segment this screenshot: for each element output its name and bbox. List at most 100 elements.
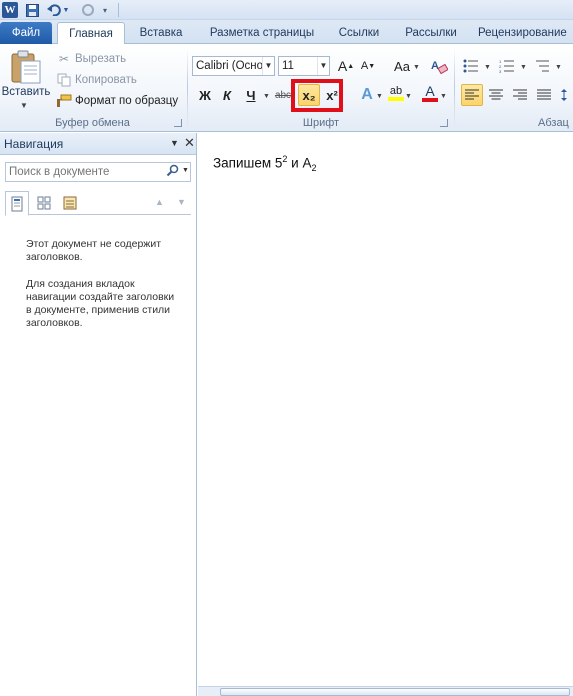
navigation-title: Навигация	[4, 137, 64, 151]
pane-options-icon[interactable]: ▼	[170, 138, 179, 148]
tab-page-layout[interactable]: Разметка страницы	[202, 22, 322, 44]
highlight-dropdown-icon[interactable]: ▼	[405, 93, 412, 100]
multilevel-dropdown-icon[interactable]: ▼	[555, 64, 562, 71]
tab-results[interactable]	[58, 191, 82, 215]
tab-insert[interactable]: Вставка	[132, 22, 190, 44]
font-size-combo[interactable]: 11 ▼	[278, 56, 330, 76]
align-right-button[interactable]	[509, 84, 531, 106]
headings-help-message: Для создания вкладок навигации создайте …	[26, 278, 175, 329]
redo-icon[interactable]	[80, 2, 96, 18]
font-launcher-icon[interactable]	[440, 119, 448, 127]
font-name-value: Calibri (Осно	[196, 60, 264, 72]
next-heading-icon[interactable]: ▼	[177, 197, 186, 207]
tab-references[interactable]: Ссылки	[330, 22, 388, 44]
bullets-icon	[463, 59, 478, 73]
group-separator	[454, 48, 455, 128]
paste-dropdown-icon[interactable]: ▼	[20, 101, 28, 110]
align-center-button[interactable]	[485, 84, 507, 106]
svg-text:3: 3	[499, 69, 502, 73]
align-right-icon	[513, 89, 527, 100]
search-options-dropdown-icon[interactable]: ▼	[182, 167, 189, 174]
numbering-dropdown-icon[interactable]: ▼	[520, 64, 527, 71]
quick-access-toolbar: W ▼ ▾	[0, 0, 573, 20]
close-icon[interactable]: ✕	[184, 135, 195, 151]
tab-headings[interactable]	[5, 191, 29, 216]
customize-qa-icon[interactable]: ▾	[100, 2, 110, 18]
word-logo-icon[interactable]: W	[2, 2, 18, 18]
horizontal-scrollbar[interactable]	[198, 686, 573, 696]
align-left-icon	[465, 89, 479, 100]
highlight-color-bar	[388, 97, 404, 101]
multilevel-list-icon	[536, 60, 549, 72]
grow-font-button[interactable]: A ▲	[335, 55, 357, 77]
bullets-dropdown-icon[interactable]: ▼	[484, 64, 491, 71]
paste-button[interactable]: Вставить	[0, 86, 52, 98]
cut-button[interactable]: ✂ Вырезать	[56, 50, 126, 68]
clear-format-icon: A	[431, 60, 448, 75]
change-case-dropdown-icon[interactable]: ▼	[413, 64, 420, 71]
scrollbar-thumb[interactable]	[220, 688, 570, 696]
navigation-pane: Навигация ▼ ✕ ▼ ▲ ▼ Этот документ не сод…	[0, 133, 197, 696]
highlight-button[interactable]: ab	[385, 82, 407, 104]
font-color-dropdown-icon[interactable]: ▼	[440, 93, 447, 100]
font-name-dropdown-icon[interactable]: ▼	[262, 57, 274, 75]
group-separator	[187, 48, 188, 128]
document-page[interactable]: Запишем 52 и A2	[198, 133, 573, 686]
tab-mailings[interactable]: Рассылки	[398, 22, 464, 44]
line-spacing-button[interactable]	[561, 84, 573, 106]
undo-dropdown-icon[interactable]: ▼	[62, 2, 70, 18]
grow-font-icon: A	[337, 58, 348, 74]
strikethrough-icon: abc	[274, 89, 292, 101]
align-left-button[interactable]	[461, 84, 483, 106]
shrink-font-icon: A	[360, 60, 369, 72]
svg-text:A: A	[431, 60, 439, 72]
tab-file[interactable]: Файл	[0, 22, 52, 44]
clipboard-group-label: Буфер обмена	[55, 117, 130, 129]
font-size-dropdown-icon[interactable]: ▼	[317, 57, 329, 75]
numbering-icon: 123	[499, 59, 514, 73]
font-color-button[interactable]: A	[419, 82, 441, 104]
document-text[interactable]: Запишем 52 и A2	[213, 154, 316, 173]
shrink-font-button[interactable]: A ▼	[357, 55, 379, 77]
no-headings-message: Этот документ не содержит заголовков.	[26, 238, 162, 263]
underline-icon: Ч	[246, 87, 256, 103]
bullets-button[interactable]	[460, 55, 482, 77]
save-icon[interactable]	[24, 2, 40, 18]
text-effects-button[interactable]: A	[356, 84, 378, 106]
font-name-combo[interactable]: Calibri (Осно ▼	[192, 56, 275, 76]
paragraph-group-label: Абзац	[538, 117, 569, 129]
navigation-search: ▼	[5, 162, 191, 182]
justify-button[interactable]	[533, 84, 555, 106]
copy-label: Копировать	[75, 74, 137, 86]
decrease-indent-button[interactable]	[566, 55, 573, 77]
navigation-body: Этот документ не содержит заголовков. Дл…	[0, 217, 196, 696]
undo-icon[interactable]	[46, 2, 62, 18]
multilevel-list-button[interactable]	[531, 55, 553, 77]
italic-button[interactable]: К	[216, 84, 238, 106]
qa-separator	[118, 3, 119, 17]
bold-button[interactable]: Ж	[194, 84, 216, 106]
navigation-header: Навигация ▼ ✕	[0, 133, 196, 155]
justify-icon	[537, 89, 551, 100]
text-effects-dropdown-icon[interactable]: ▼	[376, 93, 383, 100]
change-case-button[interactable]: Aa	[389, 55, 415, 77]
tab-home[interactable]: Главная	[57, 22, 125, 45]
underline-dropdown-icon[interactable]: ▼	[263, 93, 270, 100]
bold-icon: Ж	[199, 87, 211, 103]
search-icon[interactable]	[166, 164, 180, 181]
numbering-button[interactable]: 123	[496, 55, 518, 77]
copy-icon	[56, 72, 72, 88]
tab-review[interactable]: Рецензирование	[478, 22, 573, 44]
underline-button[interactable]: Ч	[240, 84, 262, 106]
scissors-icon: ✂	[58, 52, 70, 66]
search-input[interactable]	[6, 163, 166, 181]
copy-button[interactable]: Копировать	[56, 71, 137, 89]
format-painter-label: Формат по образцу	[75, 95, 179, 107]
clear-format-button[interactable]: A	[428, 55, 450, 77]
previous-heading-icon[interactable]: ▲	[155, 197, 164, 207]
tab-pages[interactable]	[32, 191, 56, 215]
format-painter-button[interactable]: Формат по образцу	[56, 92, 178, 110]
clipboard-launcher-icon[interactable]	[174, 119, 182, 127]
paste-icon[interactable]	[10, 50, 42, 84]
navigation-tabs: ▲ ▼	[5, 191, 191, 216]
